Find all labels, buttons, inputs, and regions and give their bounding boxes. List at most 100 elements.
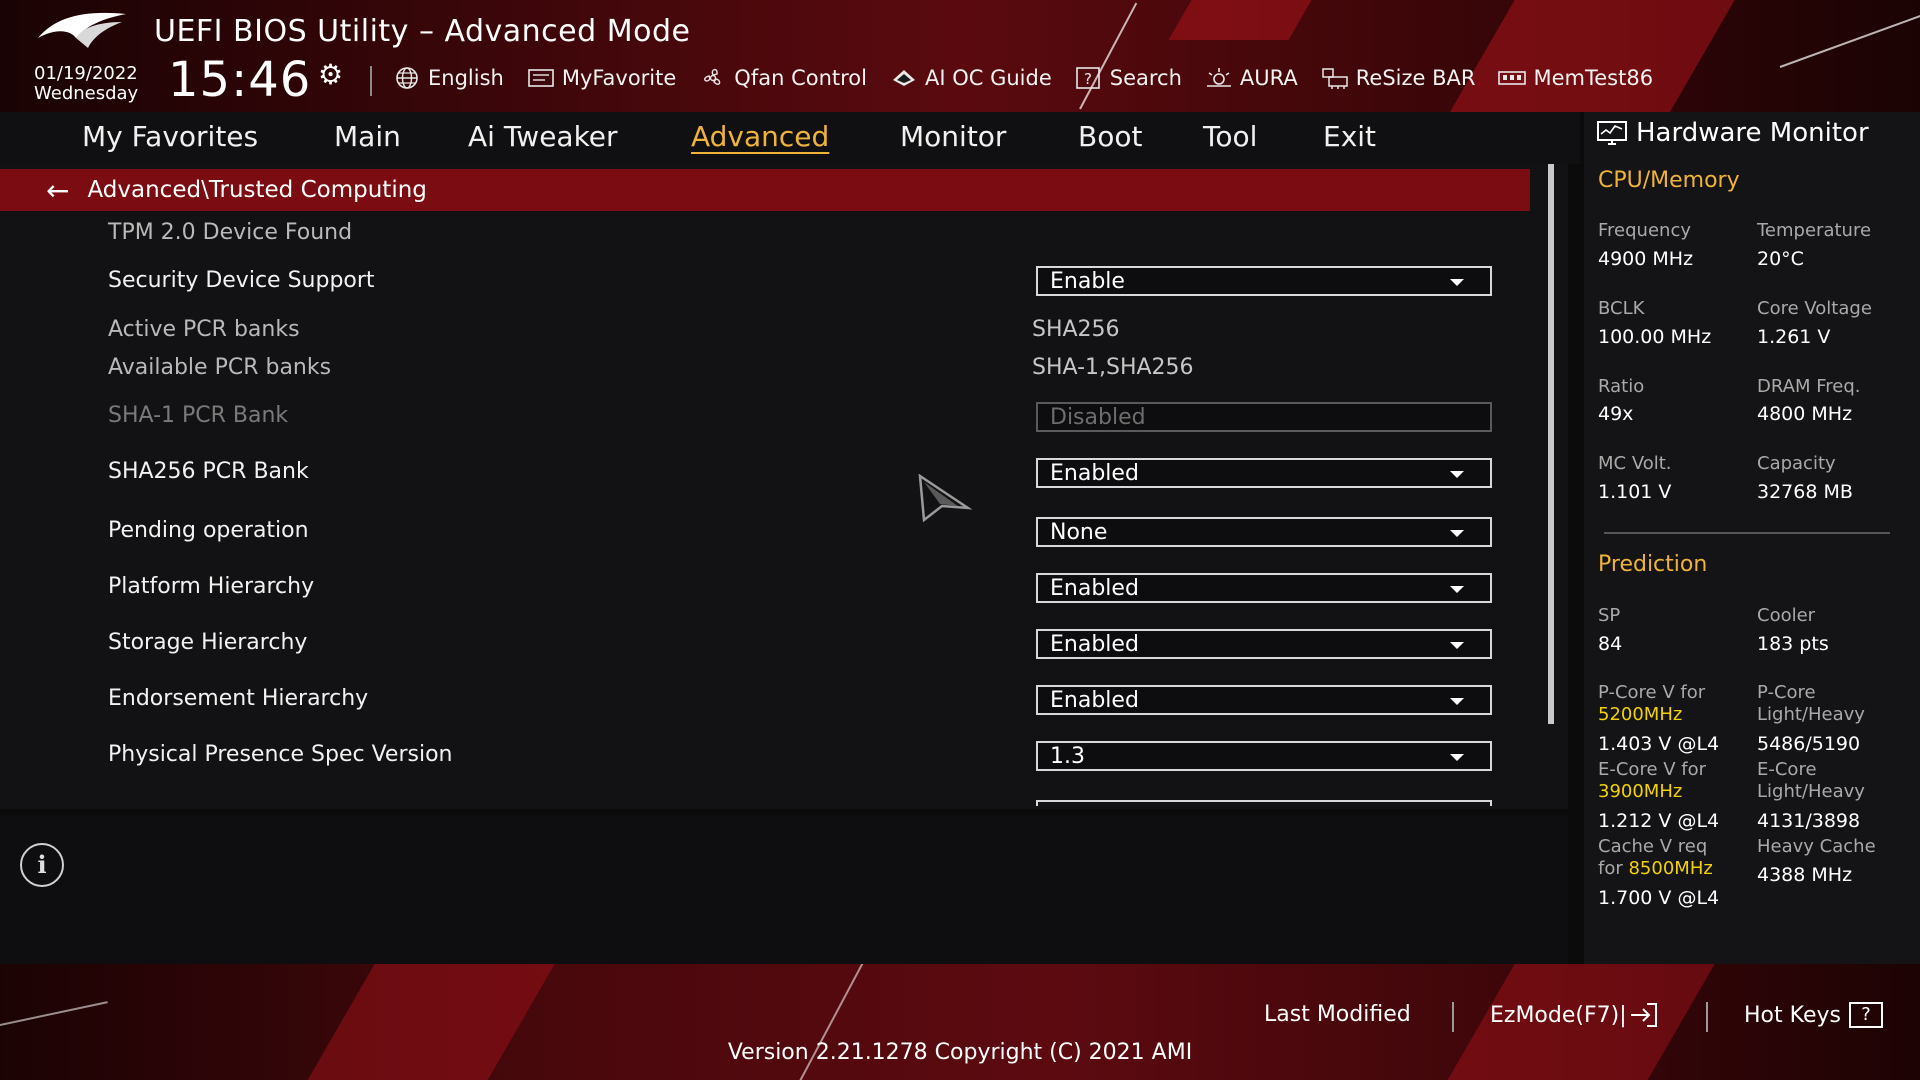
chevron-down-icon — [1450, 698, 1464, 705]
qfan-control-button[interactable]: Qfan Control — [698, 66, 867, 90]
security-device-support-dropdown[interactable]: Enable — [1036, 266, 1492, 296]
chevron-down-icon — [1450, 754, 1464, 761]
version-text: Version 2.21.1278 Copyright (C) 2021 AMI — [727, 1040, 1193, 1065]
sha256-pcr-bank-label: SHA256 PCR Bank — [108, 459, 309, 484]
fan-icon — [704, 68, 721, 85]
platform-hierarchy-dropdown[interactable]: Enabled — [1036, 573, 1492, 603]
storage-hierarchy-value: Enabled — [1050, 631, 1139, 657]
mc-volt-label: MC Volt. — [1598, 453, 1672, 474]
sha1-pcr-bank-value: Disabled — [1050, 404, 1146, 430]
endorsement-hierarchy-dropdown[interactable]: Enabled — [1036, 685, 1492, 715]
tab-my-favorites[interactable]: My Favorites — [82, 120, 258, 153]
available-pcr-banks-value: SHA-1,SHA256 — [1032, 355, 1194, 380]
myfavorite-button[interactable]: MyFavorite — [526, 66, 676, 90]
sp-value: 84 — [1598, 633, 1623, 655]
security-device-support-value: Enable — [1050, 268, 1125, 294]
heavy-cache-value: 4388 MHz — [1757, 864, 1853, 886]
tab-ai-tweaker[interactable]: Ai Tweaker — [468, 120, 618, 153]
scrollbar[interactable] — [1548, 164, 1554, 724]
help-question-icon: ? — [1848, 1002, 1883, 1028]
aura-icon — [1206, 68, 1231, 87]
aura-label: AURA — [1239, 66, 1298, 90]
hardware-monitor-panel: Hardware Monitor CPU/Memory Frequency 49… — [1584, 112, 1920, 964]
physical-presence-spec-version-dropdown[interactable]: 1.3 — [1036, 741, 1492, 771]
search-button[interactable]: ? Search — [1074, 66, 1182, 90]
cooler-value: 183 pts — [1757, 633, 1829, 655]
memtest86-label: MemTest86 — [1533, 66, 1654, 90]
tab-exit[interactable]: Exit — [1323, 120, 1376, 153]
temperature-value: 20°C — [1757, 248, 1804, 270]
sha1-pcr-bank-dropdown: Disabled — [1036, 402, 1492, 432]
pcore-lh-label-line1: P-Core — [1757, 682, 1816, 703]
exit-arrow-icon — [1630, 1003, 1657, 1027]
ai-oc-guide-icon — [892, 70, 915, 86]
qfan-control-label: Qfan Control — [734, 66, 867, 90]
favorite-icon — [528, 69, 554, 87]
pcore-v-freq: 5200MHz — [1598, 704, 1683, 725]
storage-hierarchy-dropdown[interactable]: Enabled — [1036, 629, 1492, 659]
platform-hierarchy-label: Platform Hierarchy — [108, 574, 315, 599]
tab-monitor[interactable]: Monitor — [900, 120, 1006, 153]
physical-presence-spec-version-value: 1.3 — [1050, 743, 1085, 769]
svg-text:?: ? — [1084, 70, 1092, 88]
divider — [370, 66, 372, 96]
header-bar: UEFI BIOS Utility – Advanced Mode 01/19/… — [0, 0, 1920, 112]
mc-volt-value: 1.101 V — [1598, 481, 1672, 503]
last-modified-button[interactable]: Last Modified — [1264, 1002, 1411, 1027]
date-display: 01/19/2022 Wednesday — [34, 64, 138, 104]
tab-tool[interactable]: Tool — [1203, 120, 1257, 153]
english-button[interactable]: English — [392, 66, 504, 90]
sha256-pcr-bank-dropdown[interactable]: Enabled — [1036, 458, 1492, 488]
prediction-section-title: Prediction — [1598, 552, 1708, 577]
core-voltage-label: Core Voltage — [1757, 298, 1872, 319]
frequency-value: 4900 MHz — [1598, 248, 1694, 270]
footer-decoration — [0, 1001, 108, 1026]
cache-v-label-line1: Cache V req — [1598, 836, 1708, 857]
divider — [1706, 1002, 1708, 1032]
memtest86-button[interactable]: MemTest86 — [1497, 66, 1653, 90]
hardware-monitor-title-text: Hardware Monitor — [1636, 118, 1869, 148]
ecore-light-heavy-value: 4131/3898 — [1757, 810, 1861, 832]
tab-main[interactable]: Main — [334, 120, 401, 153]
ai-oc-guide-button[interactable]: AI OC Guide — [889, 66, 1052, 90]
capacity-label: Capacity — [1757, 453, 1836, 474]
back-arrow-icon[interactable]: ← — [46, 174, 69, 207]
tab-advanced[interactable]: Advanced — [691, 120, 829, 153]
cache-v-freq: 8500MHz — [1628, 858, 1713, 879]
ecore-lh-label-line1: E-Core — [1757, 759, 1817, 780]
resize-bar-label: ReSize BAR — [1355, 66, 1476, 90]
bclk-value: 100.00 MHz — [1598, 326, 1712, 348]
ecore-v-label: E-Core V for 3900MHz — [1598, 759, 1706, 803]
monitor-icon — [1597, 121, 1627, 145]
ecore-lh-label-line2: Light/Heavy — [1757, 781, 1865, 802]
hot-keys-label: Hot Keys — [1744, 1002, 1841, 1028]
ezmode-label: EzMode(F7)| — [1490, 1002, 1627, 1028]
temperature-label: Temperature — [1757, 220, 1872, 241]
cooler-label: Cooler — [1757, 605, 1816, 626]
divider — [1452, 1002, 1454, 1032]
ecore-v-freq: 3900MHz — [1598, 781, 1683, 802]
resize-bar-button[interactable]: ReSize BAR — [1320, 66, 1476, 90]
ratio-value: 49x — [1598, 403, 1634, 425]
ecore-light-heavy-label: E-Core Light/Heavy — [1757, 759, 1865, 803]
settings-panel: ← Advanced\Trusted Computing TPM 2.0 Dev… — [0, 164, 1568, 809]
globe-icon — [396, 67, 418, 89]
aura-button[interactable]: AURA — [1204, 66, 1298, 90]
gear-icon[interactable]: ⚙ — [318, 58, 343, 91]
tab-boot[interactable]: Boot — [1078, 120, 1142, 153]
pcore-light-heavy-label: P-Core Light/Heavy — [1757, 682, 1865, 726]
pending-operation-dropdown[interactable]: None — [1036, 517, 1492, 547]
chevron-down-icon — [1450, 642, 1464, 649]
cache-v-label-line2: for 8500MHz — [1598, 858, 1713, 880]
active-pcr-banks-value: SHA256 — [1032, 317, 1120, 342]
footer-bar: Last Modified EzMode(F7)| Hot Keys ? Ver… — [0, 964, 1920, 1080]
hot-keys-button[interactable]: Hot Keys ? — [1744, 1002, 1883, 1028]
endorsement-hierarchy-value: Enabled — [1050, 687, 1139, 713]
pending-operation-label: Pending operation — [108, 518, 309, 543]
header-decoration — [1779, 11, 1920, 68]
app-title: UEFI BIOS Utility – Advanced Mode — [154, 14, 691, 49]
tpm-status: TPM 2.0 Device Found — [108, 220, 353, 245]
ezmode-button[interactable]: EzMode(F7)| — [1490, 1002, 1659, 1028]
date: 01/19/2022 — [34, 63, 138, 84]
pcore-lh-label-line2: Light/Heavy — [1757, 704, 1865, 725]
